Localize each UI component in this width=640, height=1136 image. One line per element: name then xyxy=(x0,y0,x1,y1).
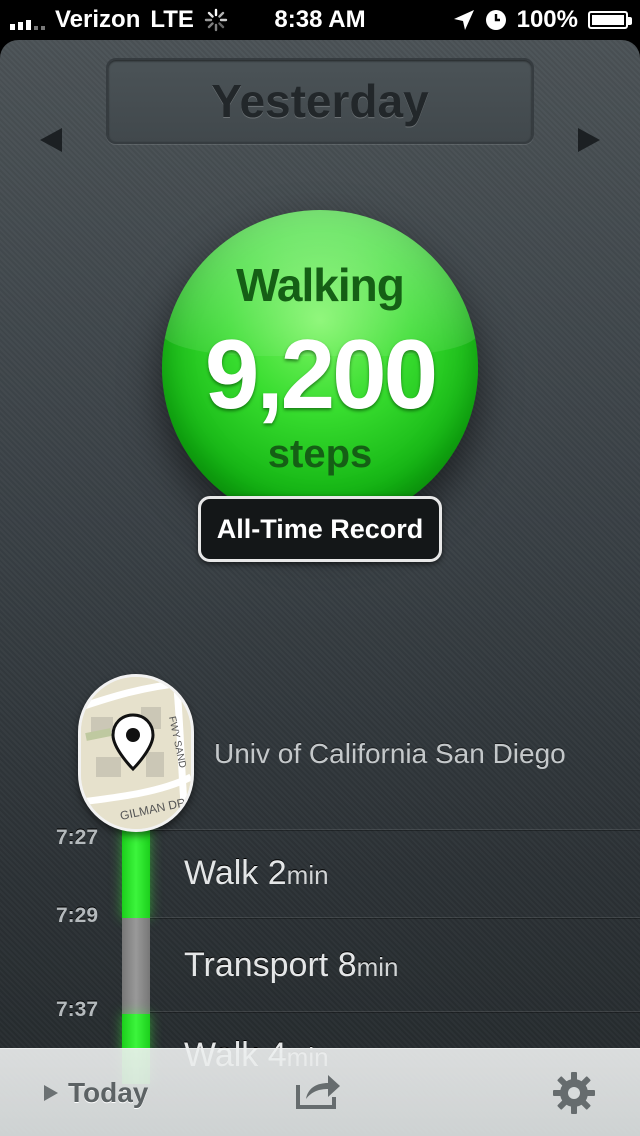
place-name[interactable]: Univ of California San Diego xyxy=(214,738,566,770)
step-count: 9,200 xyxy=(204,319,438,429)
location-arrow-icon xyxy=(453,10,474,30)
gear-icon[interactable] xyxy=(552,1071,596,1115)
transport-track-segment xyxy=(122,918,150,1014)
page-title: Yesterday xyxy=(211,75,429,127)
timeline-segment-transport[interactable]: Transport 8min xyxy=(150,917,640,1012)
clock-icon xyxy=(485,10,506,30)
step-unit-label: steps xyxy=(267,432,373,476)
segment-activity: Transport xyxy=(184,946,329,984)
date-title-box: Yesterday xyxy=(106,58,534,144)
share-icon[interactable] xyxy=(294,1071,344,1111)
time-label: 7:29 xyxy=(56,904,99,927)
play-triangle-icon xyxy=(44,1085,58,1101)
record-badge: All-Time Record xyxy=(198,496,442,562)
segment-activity: Walk xyxy=(184,854,259,892)
status-right-group: 100% xyxy=(453,6,632,34)
activity-mode-label: Walking xyxy=(236,259,405,311)
map-image: GILMAN DR FWY SAND xyxy=(81,677,191,829)
battery-icon xyxy=(588,11,632,29)
location-map-thumbnail[interactable]: GILMAN DR FWY SAND xyxy=(78,674,194,832)
segment-unit: min xyxy=(356,952,399,982)
battery-percent: 100% xyxy=(516,6,578,33)
today-button[interactable]: Today xyxy=(44,1077,148,1109)
steps-summary-circle[interactable]: Walking 9,200 steps xyxy=(162,210,478,526)
status-bar: Verizon LTE 8:38 AM 100% xyxy=(0,0,640,40)
chevron-left-icon[interactable] xyxy=(40,128,62,152)
timeline-segment-walk[interactable]: Walk 2min xyxy=(150,829,640,918)
time-label: 7:37 xyxy=(56,998,99,1021)
chevron-right-icon[interactable] xyxy=(578,128,600,152)
segment-unit: min xyxy=(286,860,329,890)
segment-duration: 2 xyxy=(267,854,287,892)
today-label: Today xyxy=(68,1077,149,1108)
bottom-toolbar: Today xyxy=(0,1048,640,1136)
time-label: 7:27 xyxy=(56,826,99,849)
main-panel: Yesterday Walking 9,200 steps All-Time R… xyxy=(0,40,640,1136)
segment-duration: 8 xyxy=(337,946,357,984)
